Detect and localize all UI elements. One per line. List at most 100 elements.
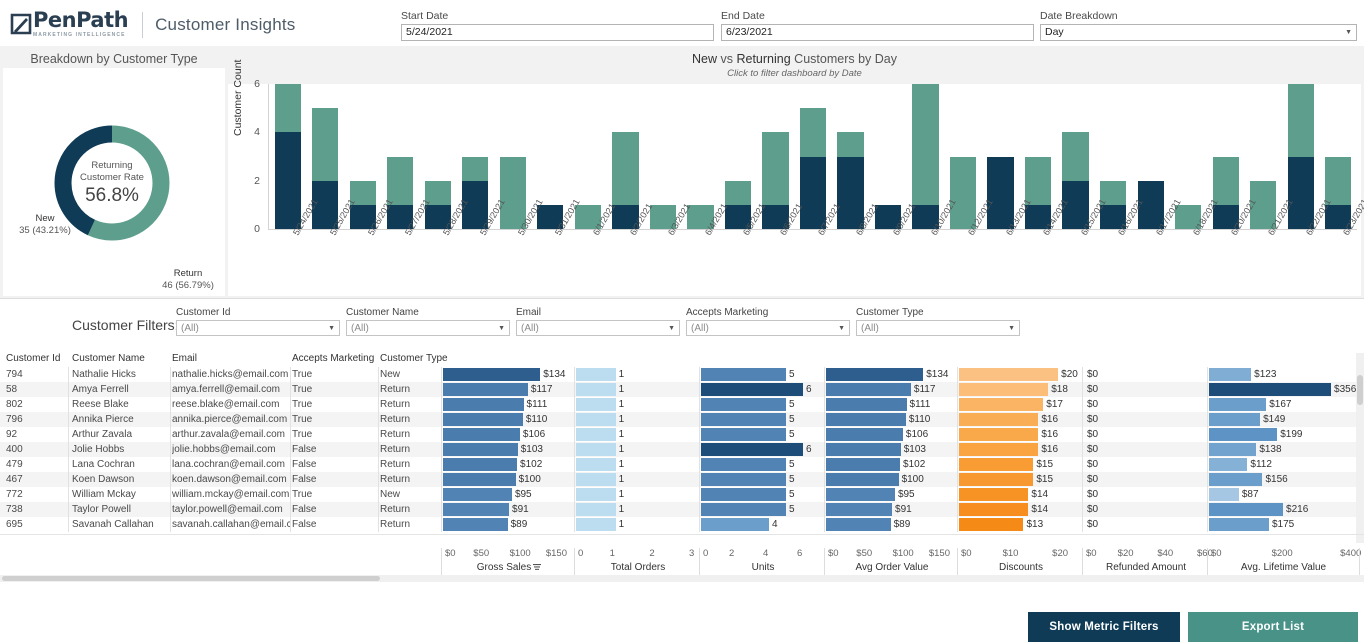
axis-title[interactable]: Refunded Amount	[1083, 562, 1209, 573]
start-date-input[interactable]: 5/24/2021	[401, 24, 714, 41]
column-header[interactable]: Accepts Marketing	[292, 353, 374, 364]
chevron-down-icon: ▼	[328, 324, 335, 332]
table-row[interactable]: 738 Taylor Powell taylor.powell@email.com F…	[0, 502, 1364, 517]
penpath-logo-icon	[10, 13, 32, 37]
donut-chart[interactable]: Returning Customer Rate 56.8% New 35 (43…	[3, 68, 225, 296]
bar-column[interactable]	[837, 132, 864, 229]
metric-bar	[1209, 368, 1252, 381]
filter-accepts-marketing: Accepts Marketing (All) ▼	[686, 307, 850, 336]
new-vs-returning-subtitle: Click to filter dashboard by Date	[727, 68, 862, 79]
metric-bar	[701, 488, 786, 501]
axis-title[interactable]: Avg. Lifetime Value	[1208, 562, 1359, 573]
filter-select[interactable]: (All) ▼	[686, 320, 850, 336]
cell-divider	[957, 382, 958, 397]
column-header[interactable]: Customer Name	[72, 353, 145, 364]
metric-bar-cell: $106	[826, 427, 959, 442]
table-cell: 802	[6, 399, 23, 410]
bar-column[interactable]	[1062, 132, 1089, 229]
filter-select[interactable]: (All) ▼	[176, 320, 340, 336]
table-cell: annika.pierce@email.com	[172, 414, 288, 425]
axis-title[interactable]: Units	[700, 562, 826, 573]
cell-divider	[1207, 442, 1208, 457]
cell-divider	[378, 367, 379, 382]
table-row[interactable]: 772 William Mckay william.mckay@email.com T…	[0, 487, 1364, 502]
cell-divider	[170, 367, 171, 382]
axis-title[interactable]: Total Orders	[575, 562, 701, 573]
filter-select[interactable]: (All) ▼	[856, 320, 1020, 336]
table-row[interactable]: 479 Lana Cochran lana.cochran@email.com Fal…	[0, 457, 1364, 472]
axis-title[interactable]: Avg Order Value	[825, 562, 959, 573]
cell-divider	[574, 367, 575, 382]
axis-title[interactable]: Gross Sales	[442, 562, 576, 574]
metric-value: 5	[789, 414, 795, 425]
metric-bar-cell: 5	[701, 367, 826, 382]
date-breakdown-select[interactable]: Day ▼	[1040, 24, 1357, 41]
axis-tick-label: $10	[1002, 548, 1019, 559]
axis-tick-label: 2	[649, 548, 655, 559]
filter-customer-id: Customer Id (All) ▼	[176, 307, 340, 336]
cell-divider	[68, 397, 69, 412]
bar-column[interactable]	[499, 156, 526, 229]
table-row[interactable]: 794 Nathalie Hicks nathalie.hicks@email.co…	[0, 367, 1364, 382]
table-row[interactable]: 796 Annika Pierce annika.pierce@email.com T…	[0, 412, 1364, 427]
bar-chart[interactable]: Customer Count 0 2 4 6 5/24/2021 5/25/2021 5/…	[228, 60, 1364, 296]
metric-bar-cell: 1	[576, 487, 701, 502]
metric-value: 1	[618, 459, 625, 470]
show-metric-filters-button[interactable]: Show Metric Filters	[1028, 612, 1180, 642]
bar-column[interactable]	[949, 156, 977, 229]
metric-value: $0	[1087, 399, 1099, 410]
table-cell: Jolie Hobbs	[72, 444, 125, 455]
bar-segment-new	[274, 132, 301, 229]
table-row[interactable]: 802 Reese Blake reese.blake@email.com True R…	[0, 397, 1364, 412]
filter-select[interactable]: (All) ▼	[516, 320, 680, 336]
metric-bar-cell: $0	[1084, 367, 1209, 382]
bar-column[interactable]	[312, 108, 339, 229]
metric-value: $13	[1026, 519, 1044, 530]
column-header[interactable]: Customer Id	[6, 353, 60, 364]
table-vertical-scrollbar[interactable]	[1356, 353, 1364, 543]
metric-bar	[443, 428, 520, 441]
metric-bar-cell: $91	[826, 502, 959, 517]
cell-divider	[1207, 412, 1208, 427]
bar-column[interactable]	[1325, 156, 1352, 229]
table-cell: 794	[6, 369, 23, 380]
bar-column[interactable]	[612, 132, 639, 229]
table-cell: False	[292, 474, 317, 485]
table-row[interactable]: 92 Arthur Zavala arthur.zavala@email.com Tr…	[0, 427, 1364, 442]
bar-column[interactable]	[1212, 156, 1239, 229]
end-date-input[interactable]: 6/23/2021	[721, 24, 1034, 41]
table-horizontal-scrollbar[interactable]	[0, 575, 1364, 582]
filter-select[interactable]: (All) ▼	[346, 320, 510, 336]
table-row[interactable]: 58 Amya Ferrell amya.ferrell@email.com True…	[0, 382, 1364, 397]
axis-title[interactable]: Discounts	[958, 562, 1084, 573]
export-list-button[interactable]: Export List	[1188, 612, 1358, 642]
table-row[interactable]: 467 Koen Dawson koen.dawson@email.com False…	[0, 472, 1364, 487]
new-vs-returning-panel: New vs Returning Customers by Day Click …	[228, 46, 1364, 296]
table-cell: New	[380, 369, 401, 380]
bar-column[interactable]	[762, 132, 789, 229]
metric-value: $0	[1087, 519, 1099, 530]
sort-descending-icon[interactable]	[533, 563, 542, 574]
bar-column[interactable]	[1024, 156, 1052, 229]
cell-divider	[441, 427, 442, 442]
y-tick: 0	[254, 223, 260, 235]
bar-column[interactable]	[987, 156, 1014, 229]
metric-bar	[826, 413, 906, 426]
metric-bar	[959, 413, 1039, 426]
donut-label-return: Return 46 (56.79%)	[151, 268, 225, 292]
metric-bar-cell: $0	[1084, 502, 1209, 517]
metric-value: $199	[1280, 429, 1303, 440]
cell-divider	[170, 487, 171, 502]
bar-column[interactable]	[274, 84, 301, 229]
bar-column[interactable]	[799, 108, 827, 229]
end-date-field: End Date 6/23/2021	[721, 10, 1034, 41]
table-row[interactable]: 400 Jolie Hobbs jolie.hobbs@email.com False…	[0, 442, 1364, 457]
metric-value: 1	[618, 474, 625, 485]
charts-region: Breakdown by Customer Type Returning Cus…	[0, 46, 1364, 298]
cell-divider	[824, 397, 825, 412]
table-row[interactable]: 695 Savanah Callahan savanah.callahan@emai…	[0, 517, 1364, 532]
column-header[interactable]: Email	[172, 353, 197, 364]
start-date-label: Start Date	[401, 10, 449, 22]
table-cell: 467	[6, 474, 23, 485]
column-header[interactable]: Customer Type	[380, 353, 448, 364]
